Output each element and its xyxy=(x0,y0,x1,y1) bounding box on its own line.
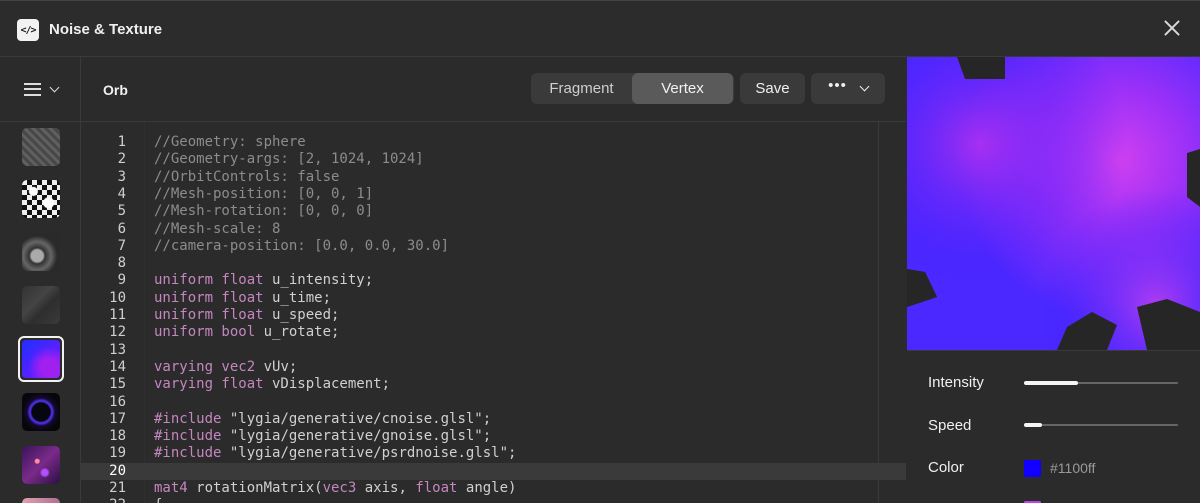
line-number: 5 xyxy=(117,203,126,220)
line-number: 14 xyxy=(109,358,126,375)
more-icon: ••• xyxy=(828,77,847,94)
shader-stage-tabs: Fragment Vertex xyxy=(531,73,734,104)
code-text[interactable]: uniform bool u_rotate; xyxy=(154,324,339,341)
code-line[interactable]: 22 { xyxy=(81,497,906,503)
code-line[interactable]: 21 mat4 rotationMatrix(vec3 axis, float a… xyxy=(81,480,906,497)
code-line[interactable]: 15 varying float vDisplacement; xyxy=(81,376,906,393)
code-line[interactable]: 9 uniform float u_intensity; xyxy=(81,272,906,289)
shader-thumbnail[interactable] xyxy=(22,498,60,503)
shader-name: Orb xyxy=(103,82,128,98)
code-line[interactable]: 17 #include "lygia/generative/cnoise.glsl… xyxy=(81,411,906,428)
orb-render xyxy=(907,57,1200,350)
code-text[interactable]: //Geometry-args: [2, 1024, 1024] xyxy=(154,151,424,168)
code-text[interactable]: #include "lygia/generative/gnoise.glsl"; xyxy=(154,428,491,445)
shader-thumbnail[interactable] xyxy=(22,233,60,271)
code-text[interactable]: //Mesh-scale: 8 xyxy=(154,221,280,238)
line-number: 18 xyxy=(109,428,126,445)
code-text[interactable]: //Mesh-position: [0, 0, 1] xyxy=(154,186,373,203)
window-title: Noise & Texture xyxy=(49,21,163,38)
code-text[interactable]: { xyxy=(154,497,162,503)
shader-thumbnail[interactable] xyxy=(22,128,60,166)
shader-thumbnail-selected[interactable] xyxy=(18,336,64,382)
color-label: Color xyxy=(928,459,964,476)
shader-thumbnail[interactable] xyxy=(22,286,60,324)
tab-vertex[interactable]: Vertex xyxy=(632,73,733,104)
editor-toolbar: Orb Fragment Vertex Save ••• xyxy=(81,57,906,122)
code-line[interactable]: 14 varying vec2 vUv; xyxy=(81,359,906,376)
code-text[interactable]: #include "lygia/generative/cnoise.glsl"; xyxy=(154,411,491,428)
shader-thumbnail[interactable] xyxy=(22,180,60,218)
code-text[interactable]: #include "lygia/generative/psrdnoise.gls… xyxy=(154,445,516,462)
line-number: 1 xyxy=(117,134,126,150)
code-text[interactable]: uniform float u_speed; xyxy=(154,307,339,324)
intensity-label: Intensity xyxy=(928,374,984,391)
code-line[interactable]: 10 uniform float u_time; xyxy=(81,290,906,307)
code-text[interactable]: //Geometry: sphere xyxy=(154,134,306,151)
code-text[interactable]: //OrbitControls: false xyxy=(154,169,339,186)
line-number: 4 xyxy=(117,185,126,202)
code-line[interactable]: 2 //Geometry-args: [2, 1024, 1024] xyxy=(81,151,906,168)
code-text[interactable]: varying vec2 vUv; xyxy=(154,359,297,376)
line-number: 15 xyxy=(109,376,126,393)
chevron-down-icon xyxy=(49,82,59,92)
line-number: 17 xyxy=(109,410,126,427)
code-line[interactable]: 16 xyxy=(81,394,906,411)
line-number: 21 xyxy=(109,480,126,496)
line-number: 6 xyxy=(117,220,126,237)
code-text[interactable]: uniform float u_time; xyxy=(154,290,331,307)
chevron-down-icon xyxy=(859,81,870,92)
code-line[interactable]: 4 //Mesh-position: [0, 0, 1] xyxy=(81,186,906,203)
code-line[interactable]: 18 #include "lygia/generative/gnoise.glsl… xyxy=(81,428,906,445)
shader-thumbnail[interactable] xyxy=(22,446,60,484)
line-number: 19 xyxy=(109,445,126,462)
code-line[interactable]: 13 xyxy=(81,342,906,359)
code-line[interactable]: 1 //Geometry: sphere xyxy=(81,134,906,151)
code-line[interactable]: 3 //OrbitControls: false xyxy=(81,169,906,186)
shader-thumbnail[interactable] xyxy=(22,393,60,431)
code-line[interactable]: 20 xyxy=(81,462,906,480)
line-number: 12 xyxy=(109,324,126,341)
speed-slider[interactable] xyxy=(1024,423,1178,427)
line-number: 20 xyxy=(109,462,126,479)
code-editor[interactable]: 1 //Geometry: sphere 2 //Geometry-args: [2,… xyxy=(81,122,906,503)
code-text[interactable]: uniform float u_intensity; xyxy=(154,272,373,289)
code-line[interactable]: 12 uniform bool u_rotate; xyxy=(81,324,906,341)
line-number: 3 xyxy=(117,168,126,185)
code-line[interactable]: 7 //camera-position: [0.0, 0.0, 30.0] xyxy=(81,238,906,255)
line-number: 10 xyxy=(109,289,126,306)
code-text[interactable]: mat4 rotationMatrix(vec3 axis, float ang… xyxy=(154,480,516,497)
code-text[interactable]: //camera-position: [0.0, 0.0, 30.0] xyxy=(154,238,449,255)
code-line[interactable]: 6 //Mesh-scale: 8 xyxy=(81,221,906,238)
tab-fragment[interactable]: Fragment xyxy=(531,73,632,104)
line-number: 2 xyxy=(117,151,126,168)
color-hex-value[interactable]: #1100ff xyxy=(1050,460,1095,476)
code-text[interactable]: varying float vDisplacement; xyxy=(154,376,390,393)
uniform-controls: Intensity Speed Color #1100ff xyxy=(907,350,1200,503)
line-number: 16 xyxy=(109,393,126,410)
intensity-slider[interactable] xyxy=(1024,381,1178,385)
line-number: 8 xyxy=(117,255,126,272)
speed-label: Speed xyxy=(928,417,972,434)
menu-button[interactable] xyxy=(0,57,81,122)
close-icon[interactable] xyxy=(1161,17,1183,39)
line-number: 9 xyxy=(117,272,126,289)
save-button[interactable]: Save xyxy=(740,73,805,104)
title-bar: </> Noise & Texture xyxy=(0,0,1200,57)
hamburger-icon xyxy=(23,82,41,96)
code-text[interactable]: //Mesh-rotation: [0, 0, 0] xyxy=(154,203,373,220)
code-line[interactable]: 5 //Mesh-rotation: [0, 0, 0] xyxy=(81,203,906,220)
shader-thumbnail-rail xyxy=(0,57,81,503)
line-number: 11 xyxy=(109,307,126,323)
line-number: 13 xyxy=(109,341,126,358)
color-swatch[interactable] xyxy=(1024,460,1041,477)
line-number: 7 xyxy=(117,237,126,254)
code-line[interactable]: 19 #include "lygia/generative/psrdnoise.g… xyxy=(81,445,906,462)
line-number: 22 xyxy=(86,497,126,503)
code-icon: </> xyxy=(17,19,39,41)
more-options-button[interactable]: ••• xyxy=(811,73,885,104)
shader-preview[interactable] xyxy=(907,57,1200,350)
code-line[interactable]: 11 uniform float u_speed; xyxy=(81,307,906,324)
code-line[interactable]: 8 xyxy=(81,255,906,272)
